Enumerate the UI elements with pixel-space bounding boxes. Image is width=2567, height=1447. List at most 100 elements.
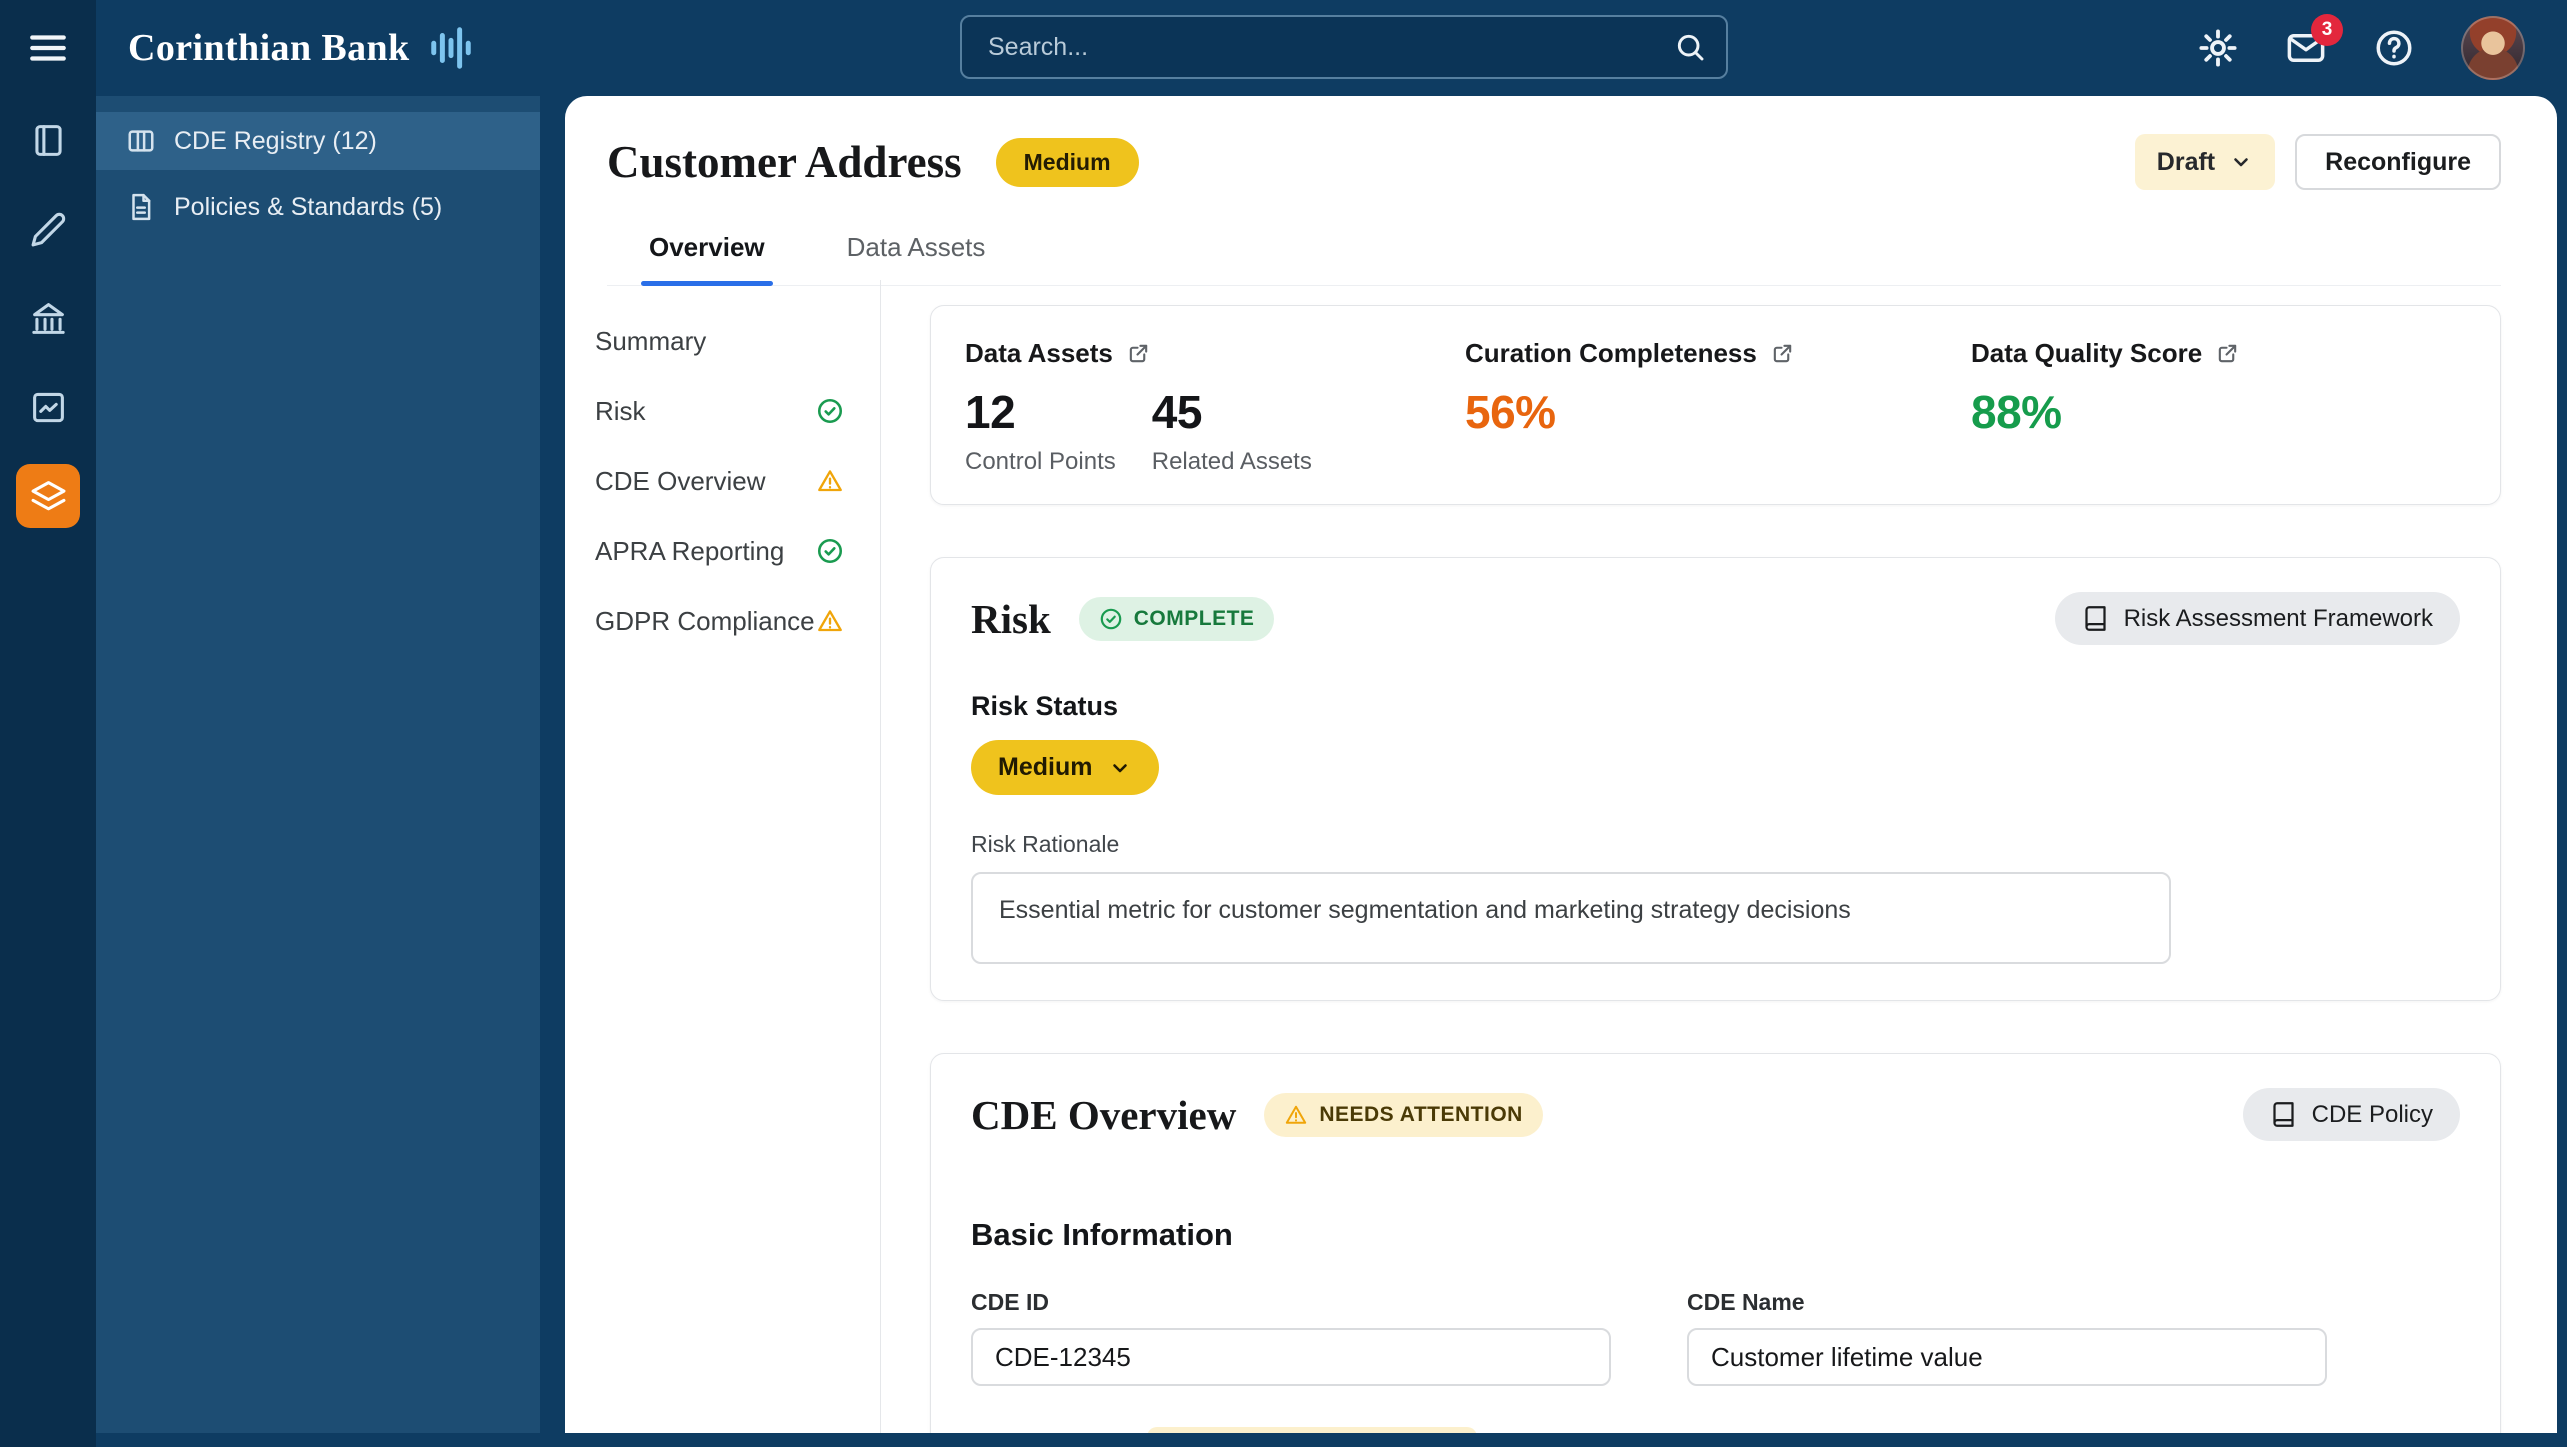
stat-title-label: Data Assets — [965, 338, 1113, 368]
section-nav: Summary Risk CDE Overview APRA Reporting — [565, 280, 881, 1433]
user-avatar[interactable] — [2461, 16, 2525, 80]
risk-section-card: Risk COMPLETE Risk Assessment Framework … — [930, 557, 2501, 1001]
check-circle-icon — [816, 397, 844, 425]
sidebar-item-policies-standards[interactable]: Policies & Standards (5) — [96, 178, 540, 236]
settings-gear-icon[interactable] — [2197, 27, 2239, 69]
warning-triangle-icon — [816, 467, 844, 495]
reconfigure-button[interactable]: Reconfigure — [2295, 134, 2501, 190]
header-actions: Draft Reconfigure — [2134, 134, 2501, 190]
cde-overview-card: CDE Overview NEEDS ATTENTION CDE Policy … — [930, 1053, 2501, 1433]
rail-layers-icon[interactable] — [16, 464, 80, 528]
format-label-row: Format — [1687, 1426, 2327, 1433]
help-icon[interactable] — [2373, 27, 2415, 69]
tab-data-assets[interactable]: Data Assets — [845, 232, 988, 285]
chevron-down-icon — [1108, 756, 1132, 780]
stat-curation-completeness: Curation Completeness 56% — [1465, 338, 1971, 476]
cde-section-title: CDE Overview — [971, 1091, 1237, 1138]
rail-bank-icon[interactable] — [16, 286, 80, 350]
format-field: Format — [1687, 1426, 2327, 1433]
page-content: Summary Risk CDE Overview APRA Reporting — [565, 280, 2557, 1433]
section-nav-risk[interactable]: Risk — [595, 376, 844, 446]
stat-title: Curation Completeness — [1465, 338, 1971, 369]
cde-id-field: CDE ID — [971, 1289, 1611, 1386]
search-input[interactable] — [986, 31, 1674, 63]
risk-assessment-framework-button[interactable]: Risk Assessment Framework — [2054, 592, 2460, 645]
risk-status-dropdown[interactable]: Medium — [971, 740, 1160, 795]
icon-rail — [0, 0, 96, 1447]
risk-complete-badge-label: COMPLETE — [1133, 606, 1255, 630]
basic-information-form: CDE ID CDE Name Element Type Medium Agen… — [971, 1289, 2460, 1433]
section-nav-gdpr-compliance[interactable]: GDPR Compliance — [595, 586, 844, 656]
book-icon — [2273, 1102, 2294, 1127]
risk-level-badge: Medium — [995, 137, 1139, 187]
sidebar-item-label: Policies & Standards (5) — [174, 192, 443, 221]
cde-name-label: CDE Name — [1687, 1289, 1805, 1315]
cde-id-label: CDE ID — [971, 1289, 1049, 1315]
curation-completeness-value: 56% — [1465, 386, 1556, 438]
stat-data-assets: Data Assets 12 Control Points 45 Related… — [965, 338, 1465, 476]
cde-policy-button-label: CDE Policy — [2311, 1100, 2433, 1128]
stat-title: Data Quality Score — [1971, 338, 2466, 369]
cde-policy-button[interactable]: CDE Policy — [2242, 1088, 2460, 1141]
related-assets-value: 45 — [1151, 386, 1203, 438]
tab-overview[interactable]: Overview — [641, 232, 773, 286]
needs-attention-badge-label: NEEDS ATTENTION — [1319, 1102, 1523, 1126]
stat-title: Data Assets — [965, 338, 1465, 369]
table-columns-icon — [126, 126, 156, 156]
cde-name-input[interactable] — [1687, 1328, 2327, 1386]
risk-section-title: Risk — [971, 595, 1051, 642]
warning-triangle-icon — [1286, 1105, 1307, 1124]
draft-label: Draft — [2156, 147, 2216, 176]
main-panel: Customer Address Medium Draft Reconfigur… — [565, 96, 2557, 1433]
tab-bar: Overview Data Assets — [607, 232, 2501, 286]
chevron-down-icon — [2229, 150, 2253, 174]
sidebar-item-cde-registry[interactable]: CDE Registry (12) — [96, 112, 540, 170]
stat-title-label: Curation Completeness — [1465, 338, 1757, 368]
cde-id-input[interactable] — [971, 1328, 1611, 1386]
topbar-actions: 3 — [2197, 0, 2525, 96]
page-title: Customer Address — [607, 137, 962, 187]
section-nav-cde-overview[interactable]: CDE Overview — [595, 446, 844, 516]
policies-doc-icon — [126, 192, 156, 222]
draft-status-dropdown[interactable]: Draft — [2134, 134, 2276, 190]
risk-framework-button-label: Risk Assessment Framework — [2123, 604, 2433, 632]
mail-icon[interactable]: 3 — [2285, 14, 2343, 69]
risk-card-header: Risk COMPLETE Risk Assessment Framework — [971, 592, 2460, 645]
stat-data-quality: Data Quality Score 88% — [1971, 338, 2466, 476]
title-row: Customer Address Medium Draft Reconfigur… — [607, 134, 2501, 190]
menu-hamburger-icon[interactable] — [25, 27, 71, 69]
stat-title-label: Data Quality Score — [1971, 338, 2203, 368]
cde-card-header: CDE Overview NEEDS ATTENTION CDE Policy — [971, 1088, 2460, 1141]
stat-values: 12 Control Points 45 Related Assets — [965, 385, 1465, 476]
risk-status-label: Risk Status — [971, 691, 1119, 721]
basic-information-heading: Basic Information — [971, 1217, 1233, 1252]
rail-pen-icon[interactable] — [16, 197, 80, 261]
brand-pulse-icon — [428, 25, 474, 71]
check-circle-icon — [816, 537, 844, 565]
data-quality-score-value: 88% — [1971, 386, 2062, 438]
global-search[interactable] — [960, 15, 1728, 79]
page-header: Customer Address Medium Draft Reconfigur… — [565, 96, 2557, 286]
agent-confidence-badge: Medium Agent Confidence — [1146, 1427, 1477, 1433]
related-assets-stat: 45 Related Assets — [1152, 385, 1312, 476]
cards-column: Data Assets 12 Control Points 45 Related… — [930, 305, 2501, 1433]
risk-rationale-label: Risk Rationale — [971, 831, 1120, 857]
section-nav-summary[interactable]: Summary — [595, 306, 844, 376]
search-icon[interactable] — [1674, 31, 1706, 63]
section-nav-apra-reporting[interactable]: APRA Reporting — [595, 516, 844, 586]
sidebar-item-label: CDE Registry (12) — [174, 126, 377, 155]
related-assets-label: Related Assets — [1151, 448, 1312, 475]
control-points-stat: 12 Control Points — [965, 385, 1116, 476]
brand: Corinthian Bank — [128, 0, 474, 96]
rail-notebook-icon[interactable] — [16, 108, 80, 172]
rail-chart-icon[interactable] — [16, 375, 80, 439]
external-link-icon[interactable] — [1771, 342, 1794, 365]
external-link-icon[interactable] — [1127, 342, 1150, 365]
element-type-label-row: Element Type Medium Agent Confidence — [971, 1426, 1611, 1433]
control-points-label: Control Points — [965, 448, 1116, 475]
risk-rationale-input[interactable]: Essential metric for customer segmentati… — [971, 872, 2171, 964]
sidebar: CDE Registry (12) Policies & Standards (… — [96, 96, 540, 1433]
brand-name: Corinthian Bank — [128, 27, 410, 69]
external-link-icon[interactable] — [2216, 342, 2239, 365]
risk-complete-badge: COMPLETE — [1078, 596, 1275, 641]
